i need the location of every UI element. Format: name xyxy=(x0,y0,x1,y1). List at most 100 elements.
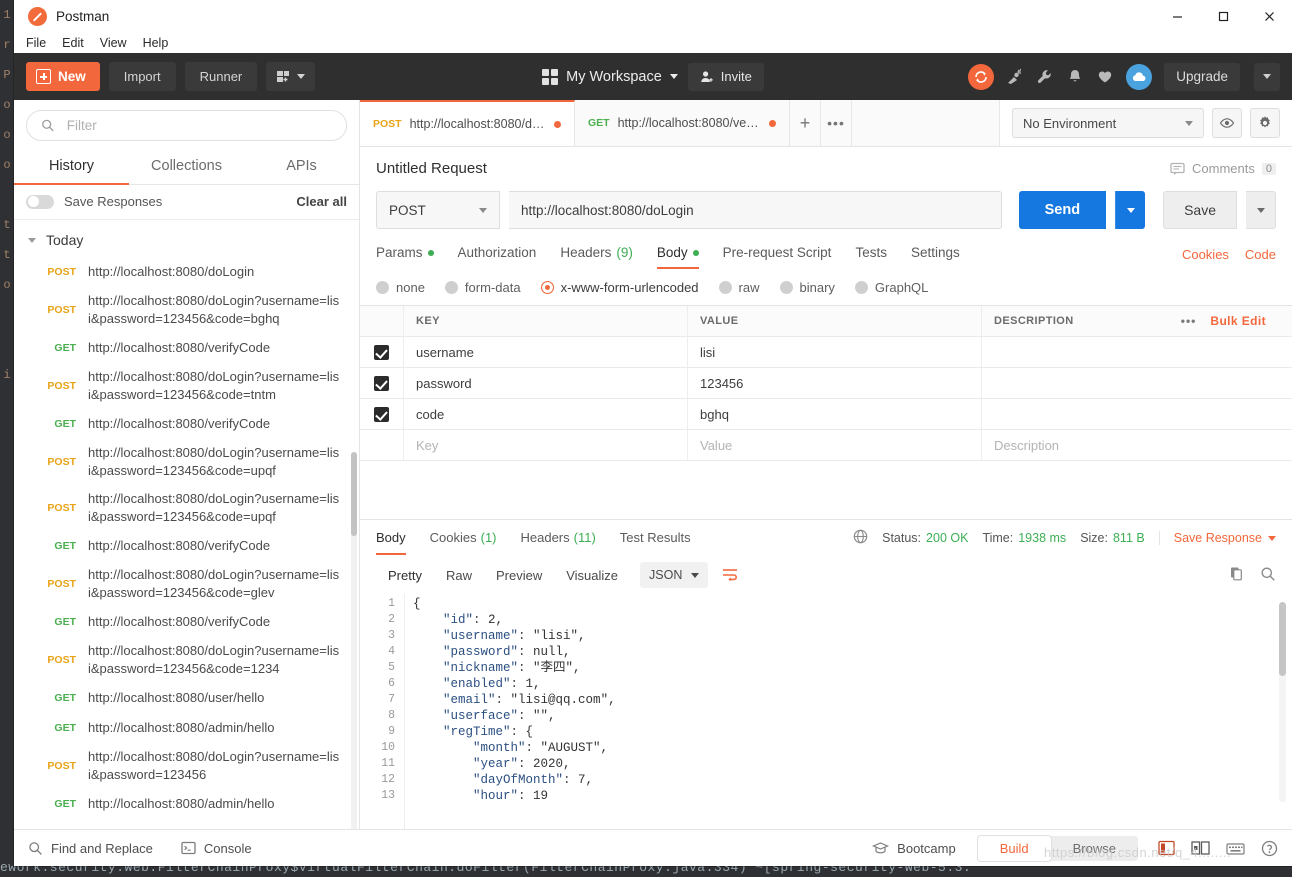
send-options-chevron-down-icon[interactable] xyxy=(1115,191,1146,229)
comments-button[interactable]: Comments 0 xyxy=(1170,161,1276,176)
find-and-replace-button[interactable]: Find and Replace xyxy=(28,841,153,856)
body-type-x-www-form-urlencoded[interactable]: x-www-form-urlencoded xyxy=(540,280,699,295)
table-row[interactable]: code bghq xyxy=(360,399,1292,430)
response-body-code[interactable]: 1 2 3 4 5 6 7 8 9 10 11 12 13 { "id": 2, "username":… xyxy=(360,594,1292,829)
wrench-icon[interactable] xyxy=(1036,68,1054,86)
ellipsis-icon[interactable]: ••• xyxy=(821,100,852,146)
history-item[interactable]: GET http://localhost:8080/verifyCode xyxy=(14,333,359,363)
minimize-icon[interactable] xyxy=(1154,0,1200,33)
invite-button[interactable]: Invite xyxy=(687,62,764,91)
checkbox-checked-icon[interactable] xyxy=(374,406,389,422)
bulk-edit-button[interactable]: Bulk Edit xyxy=(1210,314,1266,328)
clear-all-button[interactable]: Clear all xyxy=(296,194,347,209)
request-tab-1[interactable]: GET http://localhost:8080/verifyCode xyxy=(575,100,790,146)
copy-icon[interactable] xyxy=(1229,566,1244,584)
link-cookies[interactable]: Cookies xyxy=(1182,247,1229,262)
send-button[interactable]: Send xyxy=(1018,191,1107,229)
request-tab-pre-request-script[interactable]: Pre-request Script xyxy=(723,239,832,269)
method-select[interactable]: POST xyxy=(376,191,500,229)
sidebar-tab-collections[interactable]: Collections xyxy=(129,150,244,185)
help-icon[interactable] xyxy=(1261,840,1278,857)
history-list[interactable]: Today POST http://localhost:8080/doLogin P… xyxy=(14,220,359,829)
import-button[interactable]: Import xyxy=(108,62,176,91)
response-tab-body[interactable]: Body xyxy=(376,521,406,555)
table-row[interactable]: Key Value Description xyxy=(360,430,1292,461)
save-button[interactable]: Save xyxy=(1163,191,1237,229)
browse-tab[interactable]: Browse xyxy=(1051,836,1138,861)
sidebar-layout-icon[interactable] xyxy=(1158,840,1175,856)
body-type-form-data[interactable]: form-data xyxy=(444,280,521,295)
runner-button[interactable]: Runner xyxy=(184,62,258,91)
menu-item-help[interactable]: Help xyxy=(143,36,169,50)
history-item[interactable]: GET http://localhost:8080/admin/hello xyxy=(14,789,359,819)
table-row[interactable]: password 123456 xyxy=(360,368,1292,399)
request-tab-params[interactable]: Params xyxy=(376,239,434,269)
request-tab-tests[interactable]: Tests xyxy=(855,239,887,269)
workspace-selector[interactable]: My Workspace xyxy=(542,68,678,85)
history-item[interactable]: GET http://localhost:8080/verifyCode xyxy=(14,531,359,561)
filter-box[interactable] xyxy=(26,110,347,141)
plus-icon[interactable]: + xyxy=(790,100,821,146)
bell-icon[interactable] xyxy=(1066,68,1084,86)
response-tab-cookies[interactable]: Cookies (1) xyxy=(430,521,497,555)
keyboard-icon[interactable] xyxy=(1226,841,1245,856)
table-row[interactable]: username lisi xyxy=(360,337,1292,368)
link-code[interactable]: Code xyxy=(1245,247,1276,262)
upgrade-chevron-down-icon[interactable] xyxy=(1254,62,1280,91)
menu-item-view[interactable]: View xyxy=(100,36,127,50)
sidebar-scrollbar[interactable] xyxy=(351,452,357,829)
save-options-chevron-down-icon[interactable] xyxy=(1246,191,1276,229)
checkbox-checked-icon[interactable] xyxy=(374,375,389,391)
ellipsis-icon[interactable]: ••• xyxy=(1181,314,1197,328)
save-response-button[interactable]: Save Response xyxy=(1158,531,1276,545)
cell-description[interactable]: Description xyxy=(982,430,1292,460)
search-icon[interactable] xyxy=(1260,566,1276,585)
close-icon[interactable] xyxy=(1246,0,1292,33)
row-checkbox-cell[interactable] xyxy=(360,337,404,367)
request-tab-authorization[interactable]: Authorization xyxy=(458,239,537,269)
body-type-raw[interactable]: raw xyxy=(718,280,760,295)
bootcamp-button[interactable]: Bootcamp xyxy=(872,841,956,856)
cell-value[interactable]: lisi xyxy=(688,337,982,367)
response-tab-headers[interactable]: Headers (11) xyxy=(521,521,596,555)
request-tab-0[interactable]: POST http://localhost:8080/doLogin... xyxy=(360,100,575,146)
word-wrap-icon[interactable] xyxy=(717,562,743,588)
history-item[interactable]: POST http://localhost:8080/doLogin?userna… xyxy=(14,561,359,607)
filter-input[interactable] xyxy=(64,117,332,134)
response-scrollbar[interactable] xyxy=(1279,602,1286,802)
history-item[interactable]: POST http://localhost:8080/doLogin?userna… xyxy=(14,439,359,485)
two-pane-layout-icon[interactable] xyxy=(1191,840,1210,856)
cell-key[interactable]: Key xyxy=(404,430,688,460)
response-view-visualize[interactable]: Visualize xyxy=(554,563,630,588)
url-input[interactable]: http://localhost:8080/doLogin xyxy=(509,191,1002,229)
sidebar-tab-apis[interactable]: APIs xyxy=(244,150,359,185)
history-item[interactable]: POST http://localhost:8080/doLogin?userna… xyxy=(14,637,359,683)
cloud-icon[interactable] xyxy=(1126,63,1153,90)
request-tab-settings[interactable]: Settings xyxy=(911,239,960,269)
cell-key[interactable]: password xyxy=(404,368,688,398)
history-item[interactable]: POST http://localhost:8080/doLogin?userna… xyxy=(14,363,359,409)
history-item[interactable]: GET http://localhost:8080/verifyCode xyxy=(14,607,359,637)
request-tab-body[interactable]: Body xyxy=(656,239,699,269)
cell-key[interactable]: code xyxy=(404,399,688,429)
cell-description[interactable] xyxy=(982,368,1292,398)
gear-icon[interactable] xyxy=(1250,108,1280,138)
response-view-pretty[interactable]: Pretty xyxy=(376,563,434,588)
build-tab[interactable]: Build xyxy=(977,835,1051,861)
heart-icon[interactable] xyxy=(1096,68,1114,86)
checkbox-checked-icon[interactable] xyxy=(374,344,389,360)
console-button[interactable]: Console xyxy=(181,841,252,856)
save-responses-toggle[interactable] xyxy=(26,194,54,209)
cell-description[interactable] xyxy=(982,399,1292,429)
row-checkbox-cell[interactable] xyxy=(360,368,404,398)
body-type-graphql[interactable]: GraphQL xyxy=(854,280,928,295)
environment-select[interactable]: No Environment xyxy=(1012,108,1204,138)
response-view-raw[interactable]: Raw xyxy=(434,563,484,588)
menu-item-file[interactable]: File xyxy=(26,36,46,50)
response-tab-test-results[interactable]: Test Results xyxy=(620,521,691,555)
cell-value[interactable]: Value xyxy=(688,430,982,460)
history-item[interactable]: POST http://localhost:8080/doLogin?userna… xyxy=(14,485,359,531)
maximize-icon[interactable] xyxy=(1200,0,1246,33)
cell-value[interactable]: 123456 xyxy=(688,368,982,398)
menu-item-edit[interactable]: Edit xyxy=(62,36,84,50)
